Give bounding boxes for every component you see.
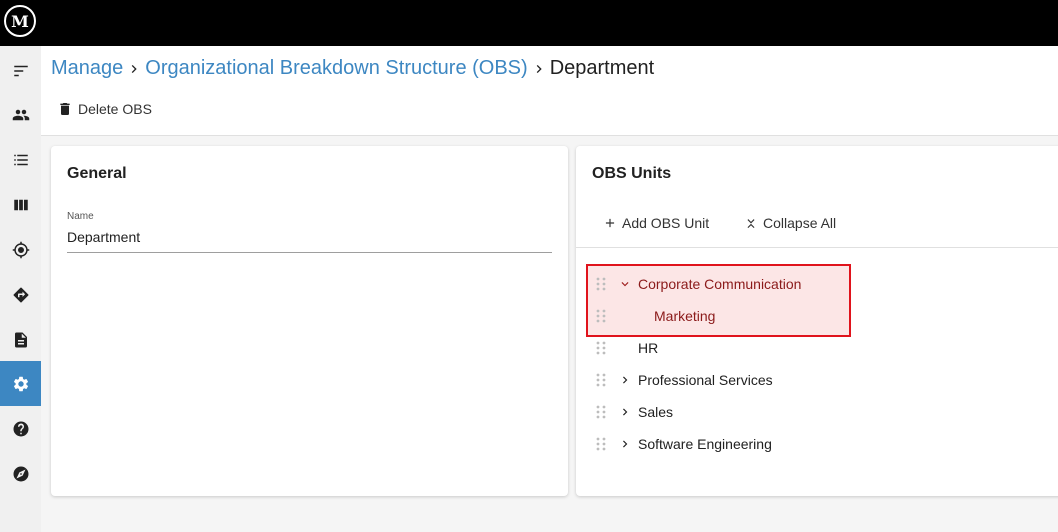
page-header: Manage Organizational Breakdown Structur… (41, 46, 1058, 136)
tree-row[interactable]: Software Engineering (593, 428, 772, 460)
list-icon (13, 154, 28, 165)
sidebar-item-settings[interactable] (0, 361, 41, 406)
collapse-icon (747, 219, 755, 229)
settings-icon (13, 376, 28, 391)
tree-row[interactable]: Corporate Communication (593, 268, 801, 300)
people-icon (12, 109, 29, 120)
sidebar-item-explore[interactable] (0, 451, 41, 496)
chevron-right-icon (528, 61, 550, 77)
tree-item-label: Professional Services (638, 372, 773, 388)
sidebar-item-help[interactable] (0, 406, 41, 451)
compass-icon (13, 466, 28, 481)
chevron-right-icon[interactable] (615, 436, 635, 452)
sidebar-item-directions[interactable] (0, 272, 41, 317)
sidebar-item-list[interactable] (0, 137, 41, 182)
collapse-all-button[interactable]: Collapse All (744, 215, 836, 231)
document-icon (14, 332, 27, 347)
tree-row[interactable]: Professional Services (593, 364, 773, 396)
tree-item-label: Marketing (654, 308, 716, 324)
breadcrumb: Manage Organizational Breakdown Structur… (51, 57, 654, 80)
tree-item-label: HR (638, 340, 659, 356)
sidebar-item-menu[interactable] (0, 48, 41, 93)
delete-obs-button[interactable]: Delete OBS (57, 101, 152, 117)
name-field-label: Name (67, 211, 94, 222)
delete-obs-label: Delete OBS (78, 101, 152, 117)
sidebar (0, 46, 41, 532)
add-obs-unit-button[interactable]: Add OBS Unit (603, 215, 709, 231)
sidebar-item-people[interactable] (0, 92, 41, 137)
drag-handle-icon[interactable] (593, 372, 609, 388)
menu-collapse-icon (13, 65, 28, 76)
plus-icon (605, 218, 615, 228)
tree-item-label: Sales (638, 404, 674, 420)
drag-handle-icon[interactable] (593, 340, 609, 356)
sidebar-item-documents[interactable] (0, 317, 41, 362)
obs-actions-bar: Add OBS Unit Collapse All (576, 202, 1058, 248)
collapse-all-label: Collapse All (763, 215, 837, 231)
board-icon (13, 199, 28, 210)
obs-units-title: OBS Units (592, 165, 672, 182)
target-icon (12, 241, 29, 258)
chevron-right-icon[interactable] (615, 372, 635, 388)
add-obs-unit-label: Add OBS Unit (622, 215, 710, 231)
tree-row[interactable]: Sales (593, 396, 673, 428)
breadcrumb-manage[interactable]: Manage (51, 57, 123, 80)
help-icon (13, 421, 28, 436)
name-field-value[interactable]: Department (67, 229, 140, 245)
tree-row[interactable]: Marketing (593, 300, 715, 332)
general-card: General Name Department (51, 146, 568, 496)
breadcrumb-current: Department (549, 57, 655, 79)
drag-handle-icon[interactable] (593, 308, 609, 324)
chevron-right-icon[interactable] (615, 404, 635, 420)
tree-row[interactable]: HR (593, 332, 658, 364)
sidebar-item-board[interactable] (0, 182, 41, 227)
tree-item-label: Software Engineering (638, 436, 772, 452)
directions-icon (12, 286, 29, 303)
sidebar-item-target[interactable] (0, 227, 41, 272)
general-title: General (67, 165, 127, 182)
drag-handle-icon[interactable] (593, 436, 609, 452)
name-field[interactable]: Name Department (67, 211, 552, 253)
drag-handle-icon[interactable] (593, 276, 609, 292)
chevron-right-icon (123, 61, 145, 77)
tree-item-label: Corporate Communication (638, 276, 802, 292)
app-logo[interactable]: M (4, 5, 36, 37)
drag-handle-icon[interactable] (593, 404, 609, 420)
breadcrumb-obs[interactable]: Organizational Breakdown Structure (OBS) (145, 57, 527, 80)
chevron-down-icon[interactable] (615, 276, 635, 292)
top-bar: M (0, 0, 1058, 46)
trash-icon (60, 103, 70, 115)
